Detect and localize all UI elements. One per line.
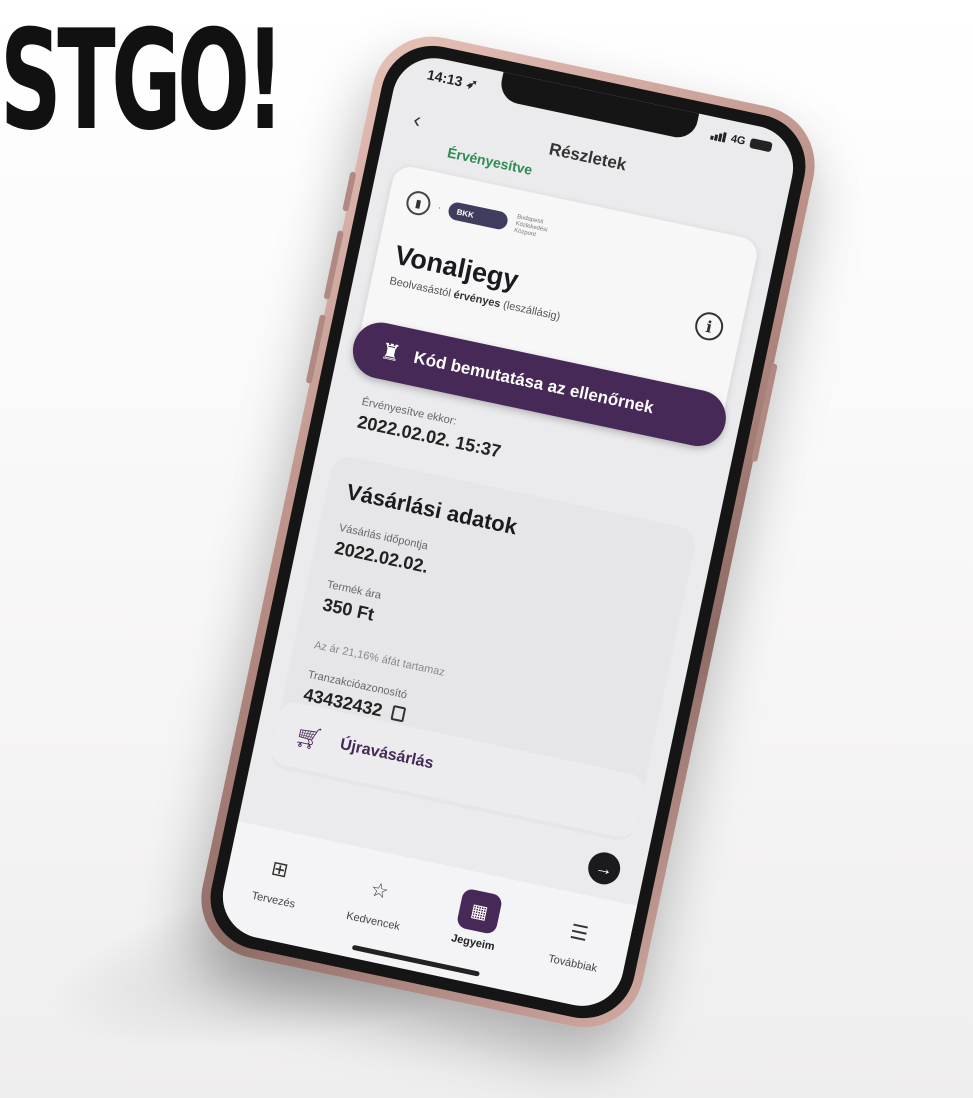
map-icon: ⊞: [269, 856, 291, 882]
battery-icon: [749, 137, 773, 153]
network-label: 4G: [729, 132, 747, 148]
tab-more[interactable]: ☰ Továbbiak: [532, 905, 622, 978]
inspector-icon: ♜: [378, 337, 403, 367]
validity-suffix: (leszállásig): [502, 299, 562, 324]
bkk-logo: BKK: [447, 200, 510, 231]
copy-icon[interactable]: [390, 705, 407, 723]
status-indicators: 4G: [710, 129, 773, 154]
signal-icon: [710, 130, 728, 143]
ticket-icon: ▦: [455, 887, 504, 936]
cart-icon: 🛒︎: [292, 722, 326, 753]
tab-my-tickets[interactable]: ▦ Jegyeim: [432, 883, 522, 956]
tab-label: Jegyeim: [450, 932, 496, 954]
menu-list-icon: ☰: [568, 920, 591, 946]
tab-favorites[interactable]: ☆ Kedvencek: [333, 862, 423, 935]
tab-label: Kedvencek: [345, 909, 401, 933]
separator-dot: ·: [436, 201, 443, 214]
tab-label: Tervezés: [250, 889, 297, 911]
operator-name: Budapesti Közlekedési Központ: [513, 213, 548, 238]
arrow-right-icon[interactable]: →: [585, 849, 624, 888]
mobile-ticket-icon: ▮: [404, 188, 433, 218]
info-icon[interactable]: i: [692, 309, 726, 343]
tab-label: Továbbiak: [547, 952, 599, 975]
ticket-logos: ▮ · BKK Budapesti Közlekedési Központ: [404, 188, 561, 245]
star-icon: ☆: [368, 878, 391, 904]
status-time: 14:13 ➶: [425, 66, 480, 93]
tab-planning[interactable]: ⊞ Tervezés: [233, 841, 323, 914]
banner-headline: STGO!: [0, 0, 285, 161]
rebuy-label: Újravásárlás: [338, 735, 436, 773]
